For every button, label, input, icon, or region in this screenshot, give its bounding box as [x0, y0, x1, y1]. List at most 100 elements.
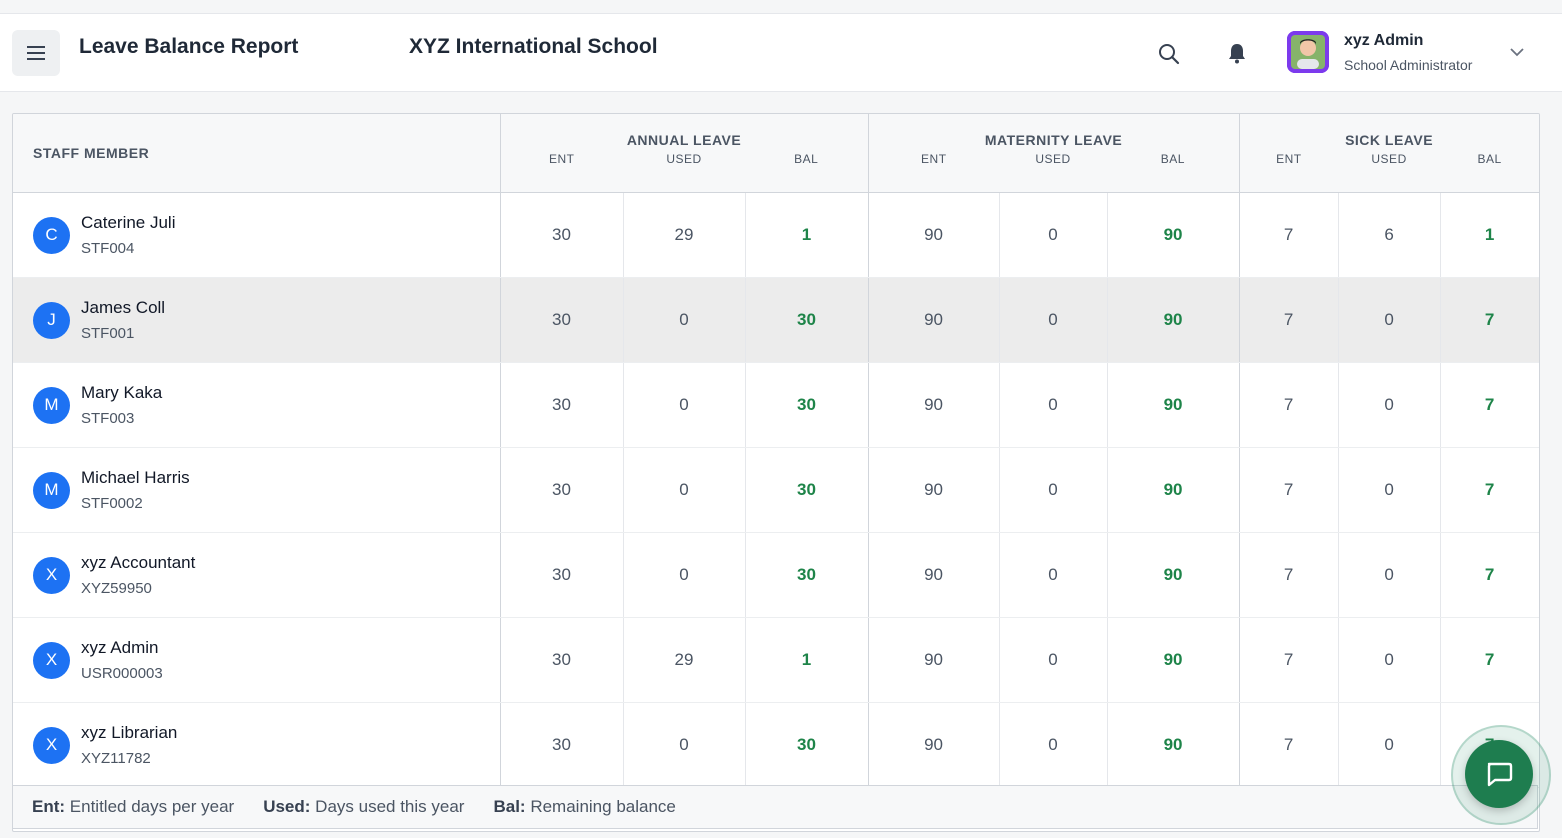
chat-button[interactable]	[1465, 740, 1533, 808]
annual-ent-cell: 30	[500, 277, 624, 363]
staff-cell: M Mary Kaka STF003	[13, 362, 501, 448]
maternity-used-cell: 0	[999, 362, 1108, 448]
maternity-used-cell: 0	[999, 702, 1108, 788]
maternity-ent-cell: 90	[868, 532, 1000, 618]
staff-name: xyz Librarian	[81, 723, 178, 742]
annual-bal-header: BAL	[745, 148, 869, 193]
maternity-bal-cell: 90	[1107, 362, 1240, 448]
table-row[interactable]: M Mary Kaka STF003 30 0 30 90 0 90 7 0 7	[13, 362, 1539, 448]
maternity-used-cell: 0	[999, 447, 1108, 533]
annual-bal-cell: 1	[745, 617, 869, 703]
annual-used-cell: 29	[623, 617, 746, 703]
table-row[interactable]: Xxyz LibrarianXYZ117823003090090707	[13, 702, 1539, 788]
chevron-down-icon[interactable]	[1508, 45, 1526, 59]
sick-bal-cell: 7	[1440, 532, 1539, 618]
sick-ent-cell: 7	[1239, 617, 1339, 703]
table-row[interactable]: Xxyz Admin USR000003 30 29 1 90 0 90 7 0 7	[13, 617, 1539, 703]
sick-ent-header: ENT	[1239, 148, 1339, 193]
maternity-bal-cell: 90	[1107, 702, 1240, 788]
staff-cell: J James Coll STF001	[13, 277, 501, 363]
annual-bal-cell: 30	[745, 532, 869, 618]
staff-avatar: X	[33, 556, 70, 594]
staff-name: Michael Harris	[81, 468, 190, 487]
maternity-ent-header: ENT	[868, 148, 1000, 193]
school-name: XYZ International School	[409, 35, 658, 58]
table-legend: Ent: Entitled days per year Used: Days u…	[12, 785, 1538, 829]
staff-cell: M Michael Harris STF0002	[13, 447, 501, 533]
legend-used: Used: Days used this year	[263, 797, 465, 816]
staff-id: STF004	[81, 240, 135, 257]
legend-bal: Bal: Remaining balance	[493, 797, 676, 816]
maternity-bal-header: BAL	[1107, 148, 1240, 193]
user-avatar[interactable]	[1287, 31, 1329, 73]
annual-used-header: USED	[623, 148, 745, 193]
maternity-ent-cell: 90	[868, 447, 1000, 533]
menu-icon	[27, 46, 45, 60]
staff-id: STF001	[81, 325, 135, 342]
staff-avatar: M	[33, 471, 70, 509]
sick-used-cell: 6	[1338, 192, 1441, 278]
maternity-used-header: USED	[999, 148, 1108, 193]
table-row[interactable]: J James Coll STF001 30 0 30 90 0 90 7 0 7	[13, 277, 1539, 363]
annual-ent-header: ENT	[500, 148, 623, 193]
sick-bal-cell: 7	[1440, 277, 1539, 363]
sick-used-cell: 0	[1338, 447, 1441, 533]
sick-bal-cell: 1	[1440, 192, 1539, 278]
table-row[interactable]: M Michael Harris STF0002 30 0 30 90 0 90 7 0 7	[13, 447, 1539, 533]
legend-ent: Ent: Entitled days per year	[32, 797, 235, 816]
maternity-bal-cell: 90	[1107, 532, 1240, 618]
chat-icon	[1487, 762, 1513, 787]
sick-bal-cell: 7	[1440, 447, 1539, 533]
staff-name: xyz Admin	[81, 638, 159, 657]
staff-member-header: STAFF MEMBER	[13, 114, 501, 193]
sick-used-cell: 0	[1338, 362, 1441, 448]
sick-ent-cell: 7	[1239, 447, 1339, 533]
menu-button[interactable]	[12, 30, 60, 76]
staff-id: STF003	[81, 410, 135, 427]
annual-used-cell: 0	[623, 277, 746, 363]
maternity-bal-cell: 90	[1107, 192, 1240, 278]
sick-bal-header: BAL	[1440, 148, 1539, 193]
annual-leave-header: ANNUAL LEAVE	[500, 114, 869, 148]
annual-ent-cell: 30	[500, 192, 624, 278]
staff-name: xyz Accountant	[81, 553, 196, 572]
annual-ent-cell: 30	[500, 617, 624, 703]
notifications-button[interactable]	[1223, 39, 1251, 67]
top-bar: Leave Balance Report XYZ International S…	[0, 14, 1562, 92]
maternity-used-cell: 0	[999, 617, 1108, 703]
maternity-ent-cell: 90	[868, 192, 1000, 278]
staff-id: USR000003	[81, 665, 163, 682]
maternity-used-cell: 0	[999, 277, 1108, 363]
sick-leave-header: SICK LEAVE	[1239, 114, 1539, 148]
table-row[interactable]: C Caterine Juli STF004 30 29 1 90 0 90 7 6 1	[13, 192, 1539, 278]
staff-name: Caterine Juli	[81, 213, 176, 232]
annual-used-cell: 29	[623, 192, 746, 278]
sick-ent-cell: 7	[1239, 277, 1339, 363]
maternity-bal-cell: 90	[1107, 447, 1240, 533]
annual-used-cell: 0	[623, 702, 746, 788]
annual-used-cell: 0	[623, 447, 746, 533]
search-button[interactable]	[1155, 40, 1183, 68]
sick-ent-cell: 7	[1239, 192, 1339, 278]
staff-name: Mary Kaka	[81, 383, 163, 402]
annual-ent-cell: 30	[500, 447, 624, 533]
staff-cell: C Caterine Juli STF004	[13, 192, 501, 278]
sick-ent-cell: 7	[1239, 532, 1339, 618]
annual-bal-cell: 30	[745, 277, 869, 363]
page-title: Leave Balance Report	[79, 35, 299, 58]
annual-used-cell: 0	[623, 362, 746, 448]
sick-used-cell: 0	[1338, 617, 1441, 703]
annual-ent-cell: 30	[500, 532, 624, 618]
maternity-ent-cell: 90	[868, 617, 1000, 703]
staff-cell: Xxyz Librarian XYZ11782	[13, 702, 501, 788]
staff-avatar: J	[33, 301, 70, 339]
sick-used-header: USED	[1338, 148, 1441, 193]
staff-id: XYZ59950	[81, 580, 152, 597]
maternity-ent-cell: 90	[868, 277, 1000, 363]
user-role: School Administrator	[1344, 57, 1473, 73]
annual-bal-cell: 30	[745, 702, 869, 788]
maternity-ent-cell: 90	[868, 702, 1000, 788]
staff-avatar: C	[33, 216, 70, 254]
table-row[interactable]: Xxyz Accountant XYZ59950 30 0 30 90 0 90 7 0 7	[13, 532, 1539, 618]
annual-ent-cell: 30	[500, 362, 624, 448]
